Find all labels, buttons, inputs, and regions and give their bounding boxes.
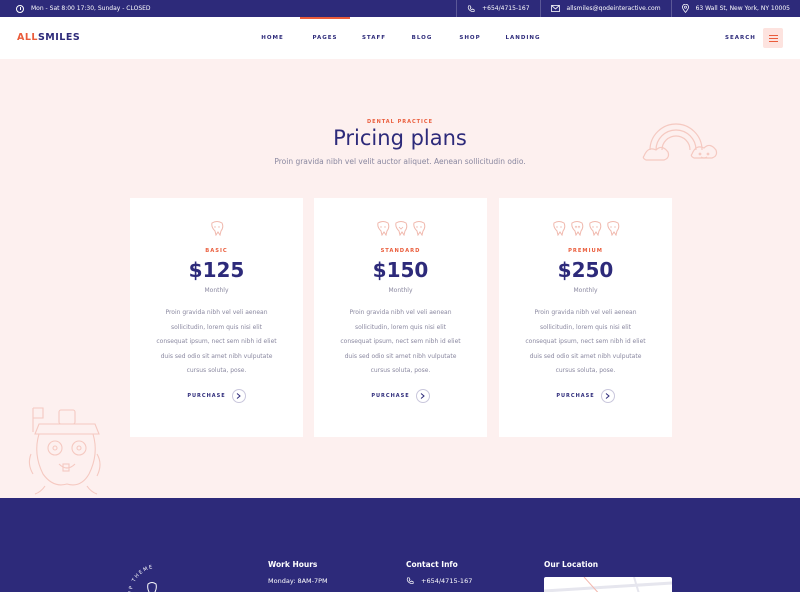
nav-item-pages[interactable]: PAGES: [300, 17, 350, 59]
plan-name: BASIC: [205, 248, 228, 254]
clock-icon: [16, 4, 24, 13]
nav-item-blog[interactable]: BLOG: [398, 17, 446, 59]
plan-icons: [130, 220, 303, 236]
nav-item-landing[interactable]: LANDING: [494, 17, 552, 59]
purchase-button[interactable]: PURCHASE: [314, 389, 487, 403]
topbar-phone-text: +654/4715-167: [482, 5, 530, 12]
page-title: Pricing plans: [333, 126, 467, 150]
pricing-card-premium: PREMIUM $250 Monthly Proin gravida nibh …: [499, 198, 672, 437]
tooth-icon: [552, 221, 565, 236]
map-roads-icon: [544, 577, 672, 592]
pricing-card-standard: STANDARD $150 Monthly Proin gravida nibh…: [314, 198, 487, 437]
phone-icon: [406, 577, 414, 584]
nav-item-shop[interactable]: SHOP: [446, 17, 494, 59]
topbar-email-text: allsmiles@qodeinteractive.com: [566, 5, 661, 12]
purchase-label: PURCHASE: [556, 393, 595, 399]
plan-price: $250: [557, 258, 614, 282]
chevron-right-icon: [415, 389, 430, 403]
hamburger-icon-line: [768, 34, 778, 36]
tooth-icon: [412, 221, 425, 236]
plan-description: Proin gravida nibh vel veli aenean solli…: [340, 309, 461, 374]
chevron-right-icon: [600, 389, 615, 403]
topbar-address[interactable]: 63 Wall St, New York, NY 10005: [670, 0, 800, 17]
menu-toggle-button[interactable]: [763, 28, 783, 48]
tooth-icon: [588, 221, 601, 236]
work-hours-line: Monday: 8AM-7PM: [268, 577, 328, 585]
tooth-icon: [606, 221, 619, 236]
location-map[interactable]: [544, 577, 672, 592]
work-hours-title: Work Hours: [268, 560, 318, 569]
opening-hours-text: Mon - Sat 8:00 17:30, Sunday - CLOSED: [31, 5, 151, 12]
plan-name: STANDARD: [380, 248, 421, 254]
nav-item-staff[interactable]: STAFF: [350, 17, 398, 59]
footer-phone-text: +654/4715-167: [421, 577, 473, 585]
tooth-mascot-illustration-icon: [28, 407, 101, 495]
plan-price: $125: [188, 258, 245, 282]
plan-description: Proin gravida nibh vel veli aenean solli…: [156, 309, 277, 374]
logo-part-smiles: SMILES: [37, 32, 81, 43]
phone-icon: [467, 4, 475, 12]
nav-label: BLOG: [411, 35, 433, 41]
tooth-icon: [394, 221, 407, 236]
nav-label: HOME: [261, 35, 284, 41]
our-location-title: Our Location: [544, 560, 599, 569]
section-kicker: DENTAL PRACTICE: [367, 119, 433, 125]
plan-period: Monthly: [573, 287, 598, 294]
plan-description: Proin gravida nibh vel veli aenean solli…: [525, 309, 646, 374]
envelope-icon: [550, 5, 560, 12]
main-nav: HOME PAGES STAFF BLOG SHOP LANDING: [245, 17, 552, 59]
tooth-icon: [376, 221, 389, 236]
pricing-card-basic: BASIC $125 Monthly Proin gravida nibh ve…: [130, 198, 303, 437]
contact-info-title: Contact Info: [406, 560, 458, 569]
site-header: ALLSMILES HOME PAGES STAFF BLOG SHOP LAN…: [0, 17, 800, 59]
tooth-icon: [570, 221, 583, 236]
top-info-bar: Mon - Sat 8:00 17:30, Sunday - CLOSED +6…: [0, 0, 800, 17]
purchase-button[interactable]: PURCHASE: [130, 389, 303, 403]
plan-name: PREMIUM: [568, 248, 603, 254]
topbar-phone[interactable]: +654/4715-167: [456, 0, 539, 17]
wp-theme-badge-icon: WP THEME: [128, 564, 157, 592]
plan-price: $150: [372, 258, 429, 282]
nav-label: PAGES: [312, 35, 338, 41]
plan-period: Monthly: [388, 287, 413, 294]
chevron-right-icon: [231, 389, 246, 403]
search-button[interactable]: SEARCH: [725, 35, 756, 41]
tooth-icon: [210, 221, 223, 236]
nav-label: SHOP: [459, 35, 481, 41]
location-pin-icon: [681, 4, 689, 13]
nav-label: LANDING: [505, 35, 541, 41]
plan-icons: [499, 220, 672, 236]
purchase-label: PURCHASE: [187, 393, 226, 399]
section-subtitle: Proin gravida nibh vel velit auctor aliq…: [274, 157, 526, 166]
plan-period: Monthly: [204, 287, 229, 294]
topbar-address-text: 63 Wall St, New York, NY 10005: [695, 5, 790, 12]
nav-item-home[interactable]: HOME: [245, 17, 300, 59]
nav-label: STAFF: [361, 35, 387, 41]
hamburger-icon-line: [768, 37, 778, 39]
purchase-button[interactable]: PURCHASE: [499, 389, 672, 403]
hamburger-icon-line: [768, 40, 778, 42]
site-footer: WP THEME Work Hours Monday: 8AM-7PM Cont…: [0, 498, 800, 592]
svg-text:WP THEME: WP THEME: [128, 564, 155, 592]
footer-phone[interactable]: +654/4715-167: [406, 577, 472, 585]
purchase-label: PURCHASE: [371, 393, 410, 399]
logo-part-all: ALL: [17, 32, 38, 43]
site-logo[interactable]: ALLSMILES: [17, 32, 80, 43]
plan-icons: [314, 220, 487, 236]
badge-text: WP THEME: [128, 564, 153, 592]
topbar-email[interactable]: allsmiles@qodeinteractive.com: [539, 0, 671, 17]
